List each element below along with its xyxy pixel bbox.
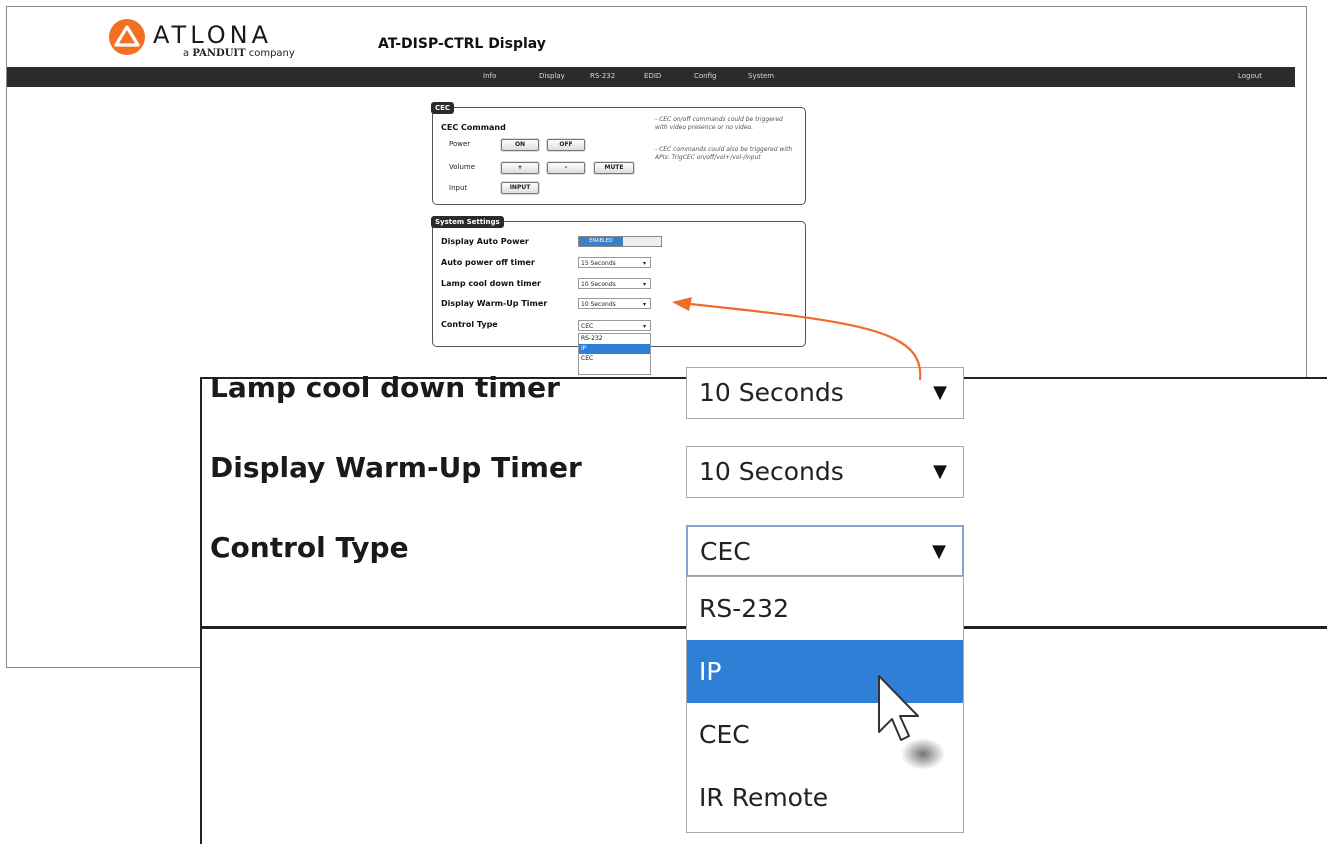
chevron-down-icon: ▼ (933, 461, 947, 482)
cec-command-heading: CEC Command (441, 123, 506, 132)
warmup-timer-select[interactable]: 10 Seconds ▾ (578, 298, 651, 309)
system-settings-tab: System Settings (431, 216, 504, 228)
cec-panel-tab: CEC (431, 102, 455, 114)
input-button[interactable]: INPUT (501, 182, 539, 194)
option-rs232-small[interactable]: RS-232 (579, 334, 650, 344)
chevron-down-icon: ▾ (642, 260, 646, 267)
warmup-timer-label: Display Warm-Up Timer (441, 299, 548, 308)
nav-info[interactable]: Info (483, 72, 496, 80)
zoom-warmup-label: Display Warm-Up Timer (210, 451, 582, 484)
chevron-down-icon: ▾ (642, 301, 646, 308)
nav-rs232[interactable]: RS-232 (590, 72, 615, 80)
option-rs232[interactable]: RS-232 (687, 577, 963, 640)
chevron-down-icon: ▾ (642, 323, 646, 330)
page-title: AT-DISP-CTRL Display (378, 36, 546, 52)
zoom-control-type-select[interactable]: CEC ▼ (686, 525, 964, 577)
nav-logout[interactable]: Logout (1238, 72, 1262, 80)
option-cec-small[interactable]: CEC (579, 354, 650, 364)
zoom-control-type-label: Control Type (210, 531, 409, 564)
volume-label: Volume (449, 163, 476, 171)
cooldown-timer-label: Lamp cool down timer (441, 279, 541, 288)
cec-note-2b: APIs: TrigCEC on/off/vol+/vol-/input (655, 154, 761, 161)
power-on-button[interactable]: ON (501, 139, 539, 151)
zoom-warmup-select[interactable]: 10 Seconds ▼ (686, 446, 964, 498)
zoom-cooldown-select[interactable]: 10 Seconds ▼ (686, 367, 964, 419)
control-type-dropdown-small: RS-232 IP CEC (578, 333, 651, 375)
logo-tagline: a PANDUIT company (183, 48, 295, 59)
option-ir-remote[interactable]: IR Remote (687, 766, 963, 829)
chevron-down-icon: ▼ (933, 382, 947, 403)
chevron-down-icon: ▼ (932, 541, 946, 562)
zoom-cooldown-label: Lamp cool down timer (210, 371, 560, 404)
top-navbar: Info Display RS-232 EDID Config System L… (7, 67, 1295, 87)
mouse-pointer-icon (878, 675, 945, 770)
display-auto-power-label: Display Auto Power (441, 237, 529, 246)
mute-button[interactable]: MUTE (594, 162, 634, 174)
nav-system[interactable]: System (748, 72, 774, 80)
cec-note-1b: with video presence or no video. (655, 124, 754, 131)
nav-edid[interactable]: EDID (644, 72, 661, 80)
zoom-callout: Lamp cool down timer 10 Seconds ▼ Display… (200, 367, 1327, 844)
nav-display[interactable]: Display (539, 72, 565, 80)
power-label: Power (449, 140, 471, 148)
auto-power-toggle[interactable]: ENABLED (578, 236, 662, 247)
logo-wordmark: ATLONA (153, 21, 272, 49)
volume-up-button[interactable]: + (501, 162, 539, 174)
volume-down-button[interactable]: - (547, 162, 585, 174)
nav-config[interactable]: Config (694, 72, 716, 80)
option-ip-small[interactable]: IP (579, 344, 650, 354)
input-label: Input (449, 184, 468, 192)
atlona-logo-icon (109, 19, 145, 55)
control-type-select[interactable]: CEC ▾ (578, 320, 651, 331)
control-type-label: Control Type (441, 320, 498, 329)
cooldown-timer-select[interactable]: 10 Seconds ▾ (578, 278, 651, 289)
auto-power-state: ENABLED (579, 237, 623, 246)
cec-note-1a: - CEC on/off commands could be triggered (655, 116, 783, 123)
auto-off-timer-select[interactable]: 15 Seconds ▾ (578, 257, 651, 268)
cec-note-2a: - CEC commands could also be triggered w… (655, 146, 793, 153)
chevron-down-icon: ▾ (642, 281, 646, 288)
power-off-button[interactable]: OFF (547, 139, 585, 151)
auto-off-timer-label: Auto power off timer (441, 258, 535, 267)
